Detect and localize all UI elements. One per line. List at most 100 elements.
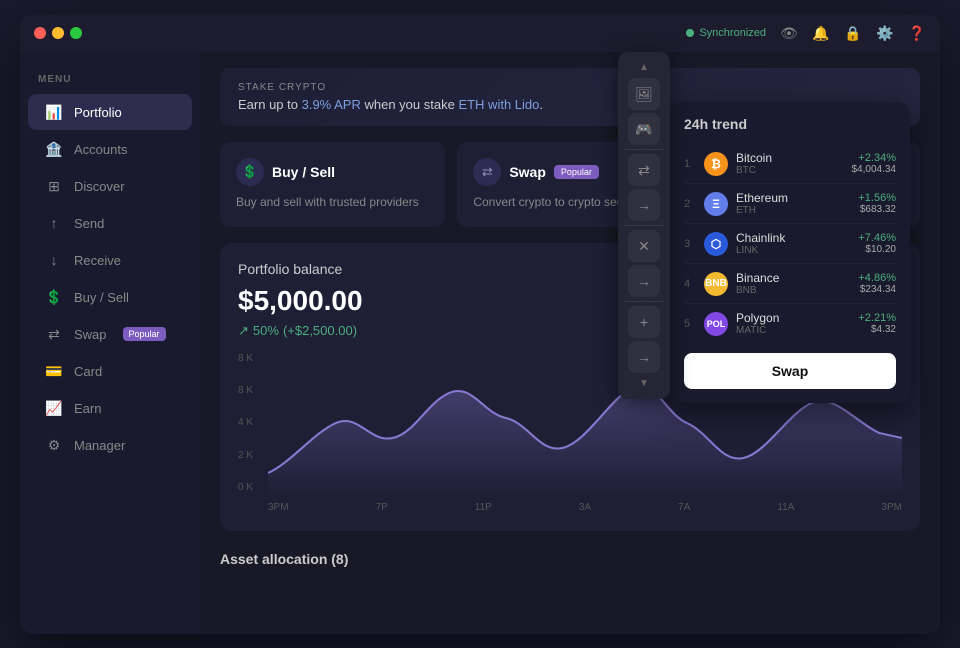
- eth-stats: +1.56% $683.32: [858, 192, 896, 215]
- menu-label: MENU: [20, 62, 200, 93]
- help-icon[interactable]: ❓: [908, 24, 926, 42]
- bnb-symbol: BNB: [736, 285, 850, 296]
- action-card-buysell-header: 💲 Buy / Sell: [236, 158, 429, 186]
- eth-price: $683.32: [858, 204, 896, 215]
- link-price: $10.20: [858, 244, 896, 255]
- action-card-buysell[interactable]: 💲 Buy / Sell Buy and sell with trusted p…: [220, 142, 445, 227]
- receive-icon: ↓: [46, 252, 62, 268]
- swap-icon: ⇄: [46, 326, 62, 342]
- trend-rank-1: 1: [684, 158, 696, 170]
- sidebar-label-manager: Manager: [74, 438, 125, 453]
- sidebar: MENU 📊 Portfolio 🏦 Accounts ⊞ Discover ↑…: [20, 14, 200, 634]
- sidebar-item-card[interactable]: 💳 Card: [28, 353, 192, 389]
- popular-badge: Popular: [123, 327, 166, 341]
- arrow-up-icon: ↗: [238, 323, 249, 339]
- bnb-price: $234.34: [858, 284, 896, 295]
- popup-item-2[interactable]: 🎮: [628, 113, 660, 145]
- minimize-button[interactable]: [52, 27, 64, 39]
- bnb-name: Binance: [736, 271, 850, 285]
- title-bar: Synchronized 👁 🔔 🔒 ⚙️ ❓: [20, 14, 940, 52]
- eth-icon: Ξ: [704, 192, 728, 216]
- bnb-icon: BNB: [704, 272, 728, 296]
- stake-label: STAKE CRYPTO: [238, 82, 902, 93]
- sidebar-item-receive[interactable]: ↓ Receive: [28, 242, 192, 278]
- popup-item-8[interactable]: →: [628, 341, 660, 373]
- link-name: Chainlink: [736, 231, 850, 245]
- sidebar-label-receive: Receive: [74, 253, 121, 268]
- trend-panel: 24h trend 1 ₿ Bitcoin BTC +2.34% $4,004.…: [670, 102, 910, 403]
- sidebar-label-accounts: Accounts: [74, 142, 127, 157]
- eye-icon[interactable]: 👁: [780, 24, 798, 42]
- lock-icon[interactable]: 🔒: [844, 24, 862, 42]
- popup-item-5[interactable]: ✕: [628, 230, 660, 262]
- link-change: +7.46%: [858, 232, 896, 244]
- portfolio-change: ↗ 50% (+$2,500.00): [238, 323, 363, 339]
- traffic-lights: [34, 27, 82, 39]
- swap-action-button[interactable]: Swap: [684, 353, 896, 389]
- sidebar-item-earn[interactable]: 📈 Earn: [28, 390, 192, 426]
- earn-icon: 📈: [46, 400, 62, 416]
- sidebar-label-send: Send: [74, 216, 104, 231]
- portfolio-icon: 📊: [46, 104, 62, 120]
- link-symbol: LINK: [736, 245, 850, 256]
- buysell-card-icon: 💲: [236, 158, 264, 186]
- matic-name: Polygon: [736, 311, 850, 325]
- bnb-stats: +4.86% $234.34: [858, 272, 896, 295]
- trend-coin-info-btc: Bitcoin BTC: [736, 151, 844, 176]
- trend-coin-info-matic: Polygon MATIC: [736, 311, 850, 336]
- sync-status: Synchronized: [686, 27, 766, 39]
- sidebar-label-swap: Swap: [74, 327, 107, 342]
- close-button[interactable]: [34, 27, 46, 39]
- sync-label: Synchronized: [699, 27, 766, 39]
- btc-name: Bitcoin: [736, 151, 844, 165]
- sync-dot: [686, 29, 694, 37]
- trend-rank-5: 5: [684, 318, 696, 330]
- sidebar-label-portfolio: Portfolio: [74, 105, 122, 120]
- eth-symbol: ETH: [736, 205, 850, 216]
- trend-item-bnb[interactable]: 4 BNB Binance BNB +4.86% $234.34: [684, 264, 896, 304]
- sidebar-item-manager[interactable]: ⚙ Manager: [28, 427, 192, 463]
- discover-icon: ⊞: [46, 178, 62, 194]
- title-bar-right: Synchronized 👁 🔔 🔒 ⚙️ ❓: [686, 24, 926, 42]
- popup-item-7[interactable]: +: [628, 306, 660, 338]
- asset-allocation-title: Asset allocation (8): [220, 547, 920, 571]
- sidebar-item-buysell[interactable]: 💲 Buy / Sell: [28, 279, 192, 315]
- popup-item-4[interactable]: →: [628, 189, 660, 221]
- sidebar-item-portfolio[interactable]: 📊 Portfolio: [28, 94, 192, 130]
- trend-rank-3: 3: [684, 238, 696, 250]
- btc-symbol: BTC: [736, 165, 844, 176]
- popup-item-1[interactable]: 🖼: [628, 78, 660, 110]
- sidebar-item-send[interactable]: ↑ Send: [28, 205, 192, 241]
- trend-item-eth[interactable]: 2 Ξ Ethereum ETH +1.56% $683.32: [684, 184, 896, 224]
- sidebar-item-discover[interactable]: ⊞ Discover: [28, 168, 192, 204]
- accounts-icon: 🏦: [46, 141, 62, 157]
- popup-divider-3: [624, 301, 664, 302]
- manager-icon: ⚙: [46, 437, 62, 453]
- settings-icon[interactable]: ⚙️: [876, 24, 894, 42]
- maximize-button[interactable]: [70, 27, 82, 39]
- swap-card-title: Swap: [509, 164, 546, 180]
- sidebar-item-swap[interactable]: ⇄ Swap Popular: [28, 316, 192, 352]
- chart-x-labels: 3PM 7P 11P 3A 7A 11A 3PM: [268, 502, 902, 513]
- eth-change: +1.56%: [858, 192, 896, 204]
- matic-price: $4.32: [858, 324, 896, 335]
- popup-item-6[interactable]: →: [628, 265, 660, 297]
- matic-stats: +2.21% $4.32: [858, 312, 896, 335]
- trend-item-btc[interactable]: 1 ₿ Bitcoin BTC +2.34% $4,004.34: [684, 144, 896, 184]
- asset-allocation-section: Asset allocation (8): [220, 547, 920, 571]
- trend-coin-info-eth: Ethereum ETH: [736, 191, 850, 216]
- popup-divider-2: [624, 225, 664, 226]
- matic-change: +2.21%: [858, 312, 896, 324]
- sidebar-label-discover: Discover: [74, 179, 125, 194]
- sidebar-item-accounts[interactable]: 🏦 Accounts: [28, 131, 192, 167]
- bell-icon[interactable]: 🔔: [812, 24, 830, 42]
- eth-name: Ethereum: [736, 191, 850, 205]
- trend-item-matic[interactable]: 5 POL Polygon MATIC +2.21% $4.32: [684, 304, 896, 343]
- popup-item-3[interactable]: ⇄: [628, 154, 660, 186]
- link-icon: ⬡: [704, 232, 728, 256]
- card-icon: 💳: [46, 363, 62, 379]
- app-container: Synchronized 👁 🔔 🔒 ⚙️ ❓ MENU 📊 Portfolio…: [20, 14, 940, 634]
- matic-icon: POL: [704, 312, 728, 336]
- trend-item-link[interactable]: 3 ⬡ Chainlink LINK +7.46% $10.20: [684, 224, 896, 264]
- buysell-card-desc: Buy and sell with trusted providers: [236, 194, 429, 211]
